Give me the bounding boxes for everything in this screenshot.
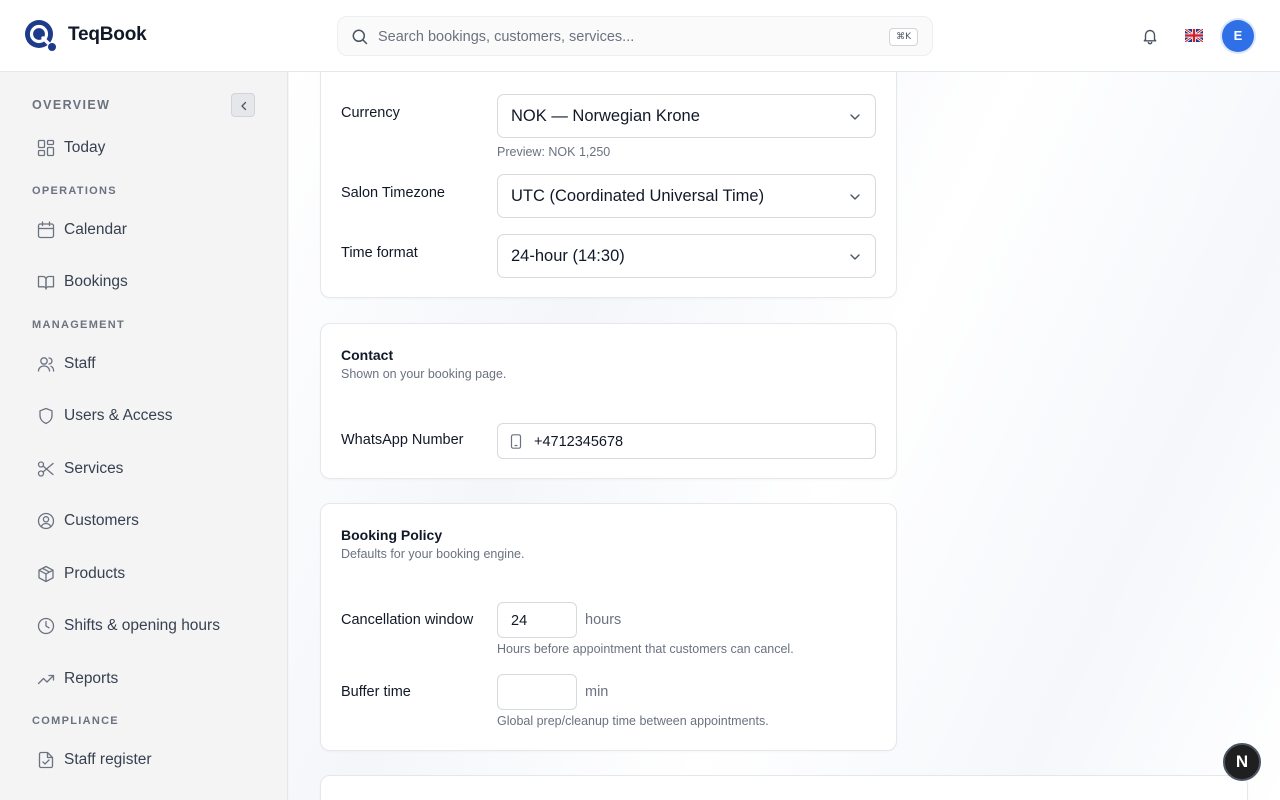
- sidebar-item-label: Bookings: [64, 273, 128, 290]
- chevron-down-icon: [850, 114, 860, 120]
- calendar-icon: [37, 221, 55, 239]
- booking-policy-title: Booking Policy: [341, 527, 443, 543]
- section-operations: OPERATIONS: [32, 185, 117, 197]
- sidebar-item-reports[interactable]: Reports: [24, 659, 272, 699]
- sidebar-item-products[interactable]: Products: [24, 554, 272, 594]
- dev-tools-badge[interactable]: N: [1223, 743, 1261, 781]
- section-management: MANAGEMENT: [32, 319, 126, 331]
- sidebar-item-users-access[interactable]: Users & Access: [24, 396, 272, 436]
- book-icon: [37, 275, 55, 290]
- teqbook-logo[interactable]: [24, 19, 58, 53]
- file-check-icon: [38, 751, 54, 769]
- contact-card: Contact Shown on your booking page. What…: [320, 323, 897, 479]
- uk-flag-icon[interactable]: [1185, 29, 1203, 42]
- timezone-select[interactable]: UTC (Coordinated Universal Time): [497, 174, 876, 218]
- sidebar: OVERVIEW Today OPERATIONS Calendar Booki…: [0, 72, 288, 800]
- booking-policy-subtitle: Defaults for your booking engine.: [341, 547, 525, 561]
- search-icon: [352, 29, 368, 45]
- timezone-label: Salon Timezone: [341, 185, 445, 201]
- chevron-down-icon: [850, 194, 860, 200]
- sidebar-item-today[interactable]: Today: [24, 128, 272, 168]
- contact-subtitle: Shown on your booking page.: [341, 367, 507, 381]
- booking-policy-card: Booking Policy Defaults for your booking…: [320, 503, 897, 751]
- timezone-value: UTC (Coordinated Universal Time): [511, 187, 765, 205]
- currency-select[interactable]: NOK — Norwegian Krone: [497, 94, 876, 138]
- sidebar-item-staff[interactable]: Staff: [24, 344, 272, 384]
- sidebar-item-bookings[interactable]: Bookings: [24, 262, 272, 302]
- currency-preview: Preview: NOK 1,250: [497, 145, 611, 159]
- sidebar-item-shifts[interactable]: Shifts & opening hours: [24, 606, 272, 646]
- buffer-field[interactable]: [497, 674, 577, 710]
- sidebar-item-label: Users & Access: [64, 407, 173, 424]
- users-icon: [37, 357, 55, 372]
- shield-icon: [39, 407, 53, 425]
- sidebar-item-label: Today: [64, 139, 106, 156]
- sidebar-item-calendar[interactable]: Calendar: [24, 210, 272, 250]
- clock-icon: [37, 617, 55, 635]
- user-circle-icon: [37, 512, 55, 530]
- buffer-unit: min: [585, 684, 609, 700]
- timeformat-select[interactable]: 24-hour (14:30): [497, 234, 876, 278]
- sidebar-item-label: Reports: [64, 670, 119, 687]
- timeformat-label: Time format: [341, 245, 418, 261]
- contact-title: Contact: [341, 347, 394, 363]
- sidebar-item-label: Products: [64, 565, 126, 582]
- cancellation-field[interactable]: [497, 602, 577, 638]
- cancellation-input[interactable]: [511, 611, 567, 631]
- trending-up-icon: [37, 674, 55, 685]
- sidebar-item-customers[interactable]: Customers: [24, 501, 272, 541]
- cancellation-unit: hours: [585, 612, 622, 628]
- currency-value: NOK — Norwegian Krone: [511, 107, 700, 125]
- smartphone-icon: [510, 434, 522, 449]
- sidebar-item-staff-register[interactable]: Staff register: [24, 740, 272, 780]
- chevron-left-icon: [241, 101, 247, 111]
- search-shortcut: ⌘K: [889, 28, 918, 46]
- whatsapp-input[interactable]: [534, 432, 854, 452]
- section-overview: OVERVIEW: [32, 98, 111, 112]
- sidebar-item-label: Calendar: [64, 221, 127, 238]
- timeformat-value: 24-hour (14:30): [511, 247, 625, 265]
- whatsapp-field[interactable]: [497, 423, 876, 459]
- next-settings-card: [320, 775, 1248, 800]
- bell-icon[interactable]: [1141, 27, 1159, 45]
- sidebar-item-label: Services: [64, 460, 124, 477]
- search-input[interactable]: [378, 26, 878, 48]
- sidebar-item-label: Staff: [64, 355, 96, 372]
- chevron-down-icon: [850, 254, 860, 260]
- sidebar-item-label: Staff register: [64, 751, 152, 768]
- sidebar-item-label: Shifts & opening hours: [64, 617, 220, 634]
- buffer-hint: Global prep/cleanup time between appoint…: [497, 714, 769, 728]
- user-avatar[interactable]: E: [1222, 20, 1254, 52]
- currency-label: Currency: [341, 105, 400, 121]
- top-header: TeqBook ⌘K E: [0, 0, 1280, 72]
- buffer-input[interactable]: [511, 683, 567, 703]
- collapse-sidebar-button[interactable]: [231, 93, 255, 117]
- main-content: Currency NOK — Norwegian Krone Preview: …: [289, 72, 1280, 800]
- buffer-label: Buffer time: [341, 684, 411, 700]
- global-search[interactable]: ⌘K: [337, 16, 933, 56]
- scissors-icon: [37, 461, 54, 477]
- cancellation-hint: Hours before appointment that customers …: [497, 642, 794, 656]
- section-compliance: COMPLIANCE: [32, 715, 119, 727]
- sidebar-item-services[interactable]: Services: [24, 449, 272, 489]
- whatsapp-label: WhatsApp Number: [341, 432, 464, 448]
- dashboard-icon: [37, 139, 55, 157]
- brand-name: TeqBook: [68, 24, 147, 45]
- sidebar-item-label: Customers: [64, 512, 139, 529]
- cancellation-label: Cancellation window: [341, 612, 474, 628]
- regional-settings-card: Currency NOK — Norwegian Krone Preview: …: [320, 72, 897, 298]
- package-icon: [38, 565, 54, 583]
